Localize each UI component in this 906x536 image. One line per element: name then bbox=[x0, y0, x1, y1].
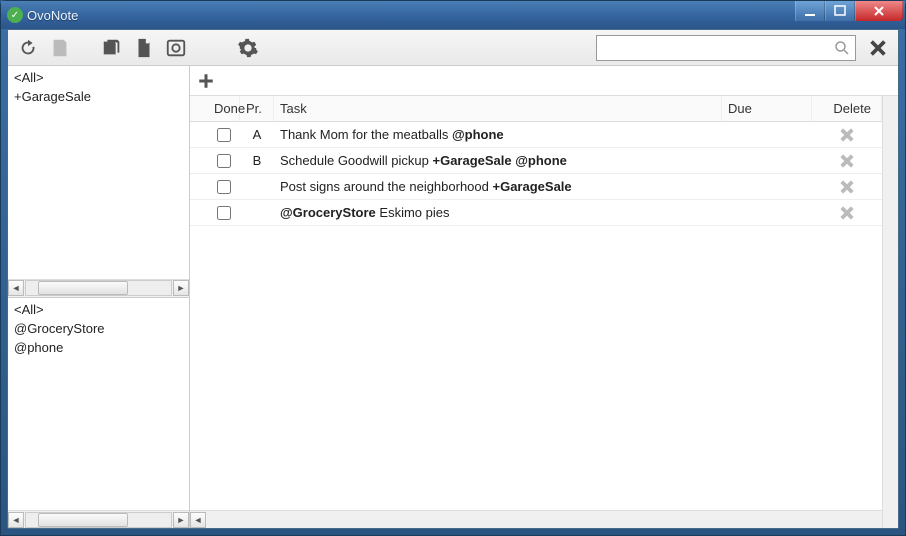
task-text: Post signs around the neighborhood +Gara… bbox=[274, 179, 722, 194]
task-done-checkbox[interactable] bbox=[217, 206, 231, 220]
task-grid-body: AThank Mom for the meatballs @phoneBSche… bbox=[190, 122, 882, 510]
task-priority: A bbox=[240, 127, 274, 142]
scroll-right-icon[interactable]: ► bbox=[173, 512, 189, 528]
col-done[interactable]: Done bbox=[190, 96, 240, 121]
content-frame: <All> +GarageSale ◄ ► <All> @GroceryStor… bbox=[7, 29, 899, 529]
task-delete-button[interactable] bbox=[812, 178, 882, 196]
minimize-button[interactable] bbox=[795, 1, 825, 21]
gear-icon bbox=[237, 37, 259, 59]
settings-button[interactable] bbox=[234, 34, 262, 62]
close-icon bbox=[867, 37, 889, 59]
task-delete-button[interactable] bbox=[812, 204, 882, 222]
scroll-right-icon[interactable]: ► bbox=[173, 280, 189, 296]
main-hscroll[interactable]: ◄ bbox=[190, 510, 882, 528]
sidebar-item[interactable]: +GarageSale bbox=[14, 87, 183, 106]
sidebar-item[interactable]: <All> bbox=[14, 300, 183, 319]
projects-list[interactable]: <All> +GarageSale bbox=[8, 66, 189, 279]
sidebar-item[interactable]: <All> bbox=[14, 68, 183, 87]
task-done-cell bbox=[190, 180, 240, 194]
col-priority[interactable]: Pr. bbox=[240, 96, 274, 121]
refresh-icon bbox=[17, 37, 39, 59]
delete-icon bbox=[838, 152, 856, 170]
contexts-hscroll[interactable]: ◄ ► bbox=[8, 510, 189, 528]
task-row[interactable]: BSchedule Goodwill pickup +GarageSale @p… bbox=[190, 148, 882, 174]
task-text: Thank Mom for the meatballs @phone bbox=[274, 127, 722, 142]
save-all-icon bbox=[101, 37, 123, 59]
projects-hscroll[interactable]: ◄ ► bbox=[8, 279, 189, 297]
scroll-thumb[interactable] bbox=[38, 513, 128, 527]
new-task-input[interactable] bbox=[222, 69, 892, 93]
sidebar: <All> +GarageSale ◄ ► <All> @GroceryStor… bbox=[8, 66, 190, 528]
refresh-button[interactable] bbox=[14, 34, 42, 62]
sidebar-item[interactable]: @phone bbox=[14, 338, 183, 357]
titlebar[interactable]: ✓ OvoNote bbox=[1, 1, 905, 29]
file-button[interactable] bbox=[130, 34, 158, 62]
add-task-row bbox=[190, 66, 898, 96]
task-done-cell bbox=[190, 128, 240, 142]
app-window: ✓ OvoNote bbox=[0, 0, 906, 536]
maximize-button[interactable] bbox=[825, 1, 855, 21]
task-grid-header: Done Pr. Task Due Delete bbox=[190, 96, 882, 122]
scroll-left-icon[interactable]: ◄ bbox=[8, 280, 24, 296]
close-button[interactable] bbox=[855, 1, 903, 21]
window-title: OvoNote bbox=[27, 8, 78, 23]
save-button[interactable] bbox=[46, 34, 74, 62]
delete-icon bbox=[838, 178, 856, 196]
projects-panel: <All> +GarageSale ◄ ► bbox=[8, 66, 189, 298]
task-text: Schedule Goodwill pickup +GarageSale @ph… bbox=[274, 153, 722, 168]
task-done-checkbox[interactable] bbox=[217, 128, 231, 142]
col-delete[interactable]: Delete bbox=[812, 96, 882, 121]
task-priority: B bbox=[240, 153, 274, 168]
col-task[interactable]: Task bbox=[274, 96, 722, 121]
task-done-checkbox[interactable] bbox=[217, 180, 231, 194]
toolbar bbox=[8, 30, 898, 66]
col-due[interactable]: Due bbox=[722, 96, 812, 121]
search-icon bbox=[833, 39, 851, 57]
contexts-panel: <All> @GroceryStore @phone ◄ ► bbox=[8, 298, 189, 529]
task-text: @GroceryStore Eskimo pies bbox=[274, 205, 722, 220]
task-row[interactable]: AThank Mom for the meatballs @phone bbox=[190, 122, 882, 148]
main-area: Done Pr. Task Due Delete AThank Mom for … bbox=[190, 66, 898, 528]
task-row[interactable]: Post signs around the neighborhood +Gara… bbox=[190, 174, 882, 200]
search-field-wrap bbox=[596, 35, 856, 61]
save-icon bbox=[49, 37, 71, 59]
archive-button[interactable] bbox=[162, 34, 190, 62]
scroll-left-icon[interactable]: ◄ bbox=[190, 512, 206, 528]
scroll-thumb[interactable] bbox=[38, 281, 128, 295]
task-delete-button[interactable] bbox=[812, 152, 882, 170]
task-done-cell bbox=[190, 206, 240, 220]
scroll-left-icon[interactable]: ◄ bbox=[8, 512, 24, 528]
task-done-checkbox[interactable] bbox=[217, 154, 231, 168]
contexts-list[interactable]: <All> @GroceryStore @phone bbox=[8, 298, 189, 511]
task-row[interactable]: @GroceryStore Eskimo pies bbox=[190, 200, 882, 226]
search-input[interactable] bbox=[597, 36, 829, 60]
add-task-button[interactable] bbox=[196, 71, 216, 91]
search-button[interactable] bbox=[829, 36, 855, 60]
task-delete-button[interactable] bbox=[812, 126, 882, 144]
main-vscroll[interactable] bbox=[882, 96, 898, 528]
task-done-cell bbox=[190, 154, 240, 168]
sidebar-item[interactable]: @GroceryStore bbox=[14, 319, 183, 338]
archive-icon bbox=[165, 37, 187, 59]
plus-icon bbox=[197, 72, 215, 90]
delete-icon bbox=[838, 204, 856, 222]
clear-search-button[interactable] bbox=[864, 34, 892, 62]
delete-icon bbox=[838, 126, 856, 144]
saveall-button[interactable] bbox=[98, 34, 126, 62]
app-icon: ✓ bbox=[7, 7, 23, 23]
file-icon bbox=[133, 37, 155, 59]
